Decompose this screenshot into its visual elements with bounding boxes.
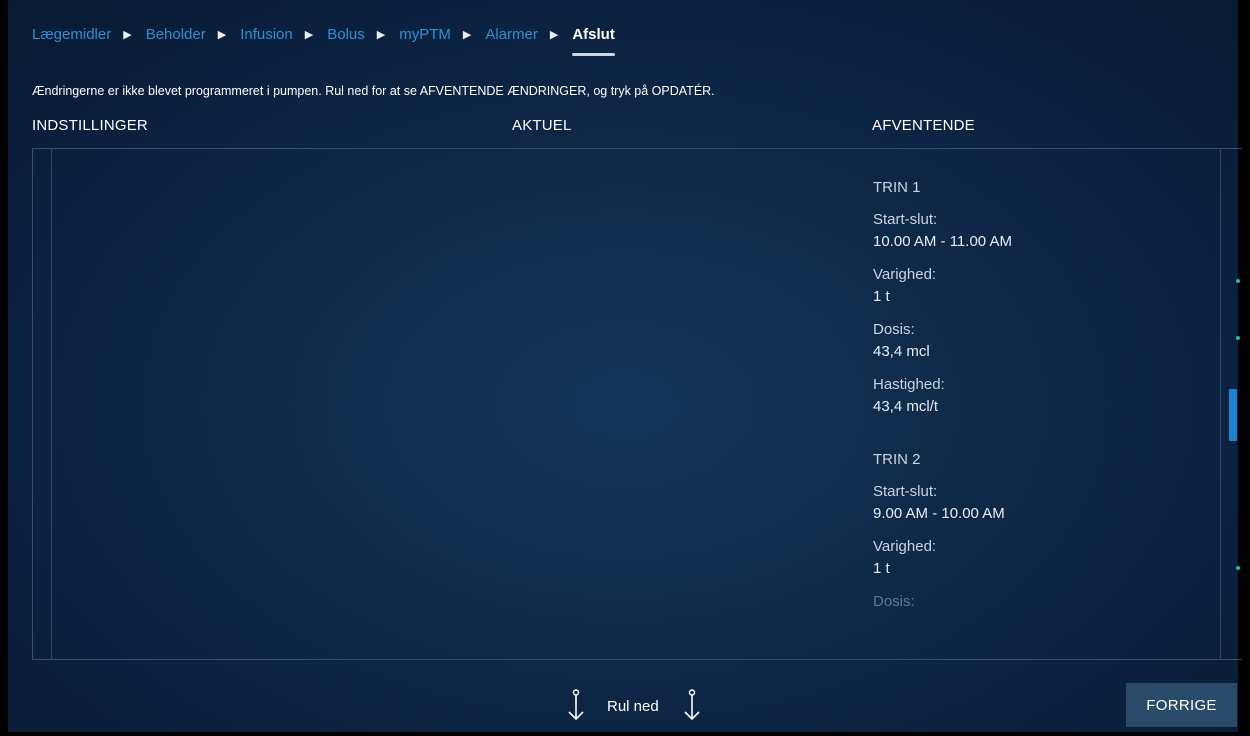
breadcrumb-item-laegemidler[interactable]: Lægemidler	[32, 26, 111, 43]
field-duration: Varighed: 1 t	[873, 536, 1173, 580]
field-label: Start-slut:	[873, 211, 938, 228]
active-step-underline	[572, 52, 615, 56]
change-marker-dot	[1236, 566, 1240, 570]
field-label: Varighed:	[873, 266, 937, 283]
field-label: Start-slut:	[873, 483, 938, 500]
scroll-down-hint[interactable]: Rul ned	[565, 688, 703, 724]
field-value: 43,4 mcl	[873, 343, 930, 360]
breadcrumb-item-myptm[interactable]: myPTM	[399, 26, 451, 43]
field-start-end: Start-slut: 10.00 AM - 11.00 AM	[873, 209, 1173, 253]
breadcrumb-arrow-icon: ▶	[462, 28, 472, 41]
field-value: 1 t	[873, 560, 890, 577]
settings-table-scroll-area[interactable]: TRIN 1 Start-slut: 10.00 AM - 11.00 AM V…	[32, 148, 1242, 660]
field-value: 1 t	[873, 288, 890, 305]
column-header-settings: INDSTILLINGER	[32, 117, 148, 134]
breadcrumb-item-infusion[interactable]: Infusion	[240, 26, 293, 43]
frame-left-border	[0, 0, 8, 736]
field-start-end: Start-slut: 9.00 AM - 10.00 AM	[873, 481, 1173, 525]
field-label: Varighed:	[873, 538, 937, 555]
breadcrumb-arrow-icon: ▶	[549, 28, 559, 41]
breadcrumb-item-alarmer[interactable]: Alarmer	[485, 26, 538, 43]
change-marker-dot	[1236, 336, 1240, 340]
field-value: 10.00 AM - 11.00 AM	[873, 233, 1012, 250]
breadcrumb-current-label: Afslut	[572, 25, 615, 43]
field-rate: Hastighed: 43,4 mcl/t	[873, 374, 1173, 418]
scrollbar-thumb[interactable]	[1229, 389, 1237, 441]
column-header-pending: AFVENTENDE	[872, 117, 975, 134]
previous-button[interactable]: FORRIGE	[1126, 683, 1237, 727]
table-divider	[51, 149, 52, 659]
breadcrumb: Lægemidler ▶ Beholder ▶ Infusion ▶ Bolus…	[32, 22, 615, 56]
field-label: Dosis:	[873, 321, 915, 338]
step-title: TRIN 1	[873, 179, 921, 196]
breadcrumb-item-bolus[interactable]: Bolus	[327, 26, 365, 43]
pending-step: TRIN 2 Start-slut: 9.00 AM - 10.00 AM Va…	[873, 451, 1173, 613]
field-value: 43,4 mcl/t	[873, 398, 939, 415]
column-header-current: AKTUEL	[512, 117, 572, 134]
breadcrumb-arrow-icon: ▶	[304, 28, 314, 41]
breadcrumb-item-beholder[interactable]: Beholder	[146, 26, 206, 43]
anchor-down-icon	[568, 689, 584, 721]
table-divider	[1220, 149, 1221, 659]
breadcrumb-arrow-icon: ▶	[123, 28, 132, 41]
pump-screen: Lægemidler ▶ Beholder ▶ Infusion ▶ Bolus…	[0, 0, 1250, 736]
step-title: TRIN 2	[873, 451, 921, 468]
field-duration: Varighed: 1 t	[873, 264, 1173, 308]
breadcrumb-current-afslut: Afslut	[572, 25, 615, 56]
step-spacer	[873, 429, 1173, 451]
field-label: Dosis:	[873, 593, 915, 610]
breadcrumb-arrow-icon: ▶	[217, 28, 227, 41]
field-dose-partial: Dosis:	[873, 591, 1173, 613]
change-marker-dot	[1236, 279, 1240, 283]
anchor-down-icon	[684, 689, 700, 721]
scroll-down-label: Rul ned	[607, 697, 659, 715]
pending-values-column: TRIN 1 Start-slut: 10.00 AM - 11.00 AM V…	[873, 179, 1173, 624]
field-dose: Dosis: 43,4 mcl	[873, 319, 1173, 363]
pending-step: TRIN 1 Start-slut: 10.00 AM - 11.00 AM V…	[873, 179, 1173, 418]
field-label: Hastighed:	[873, 376, 945, 393]
pending-changes-message: Ændringerne er ikke blevet programmeret …	[32, 84, 715, 98]
breadcrumb-arrow-icon: ▶	[376, 28, 386, 41]
field-value: 9.00 AM - 10.00 AM	[873, 505, 1005, 522]
frame-bottom-border	[0, 732, 1250, 736]
